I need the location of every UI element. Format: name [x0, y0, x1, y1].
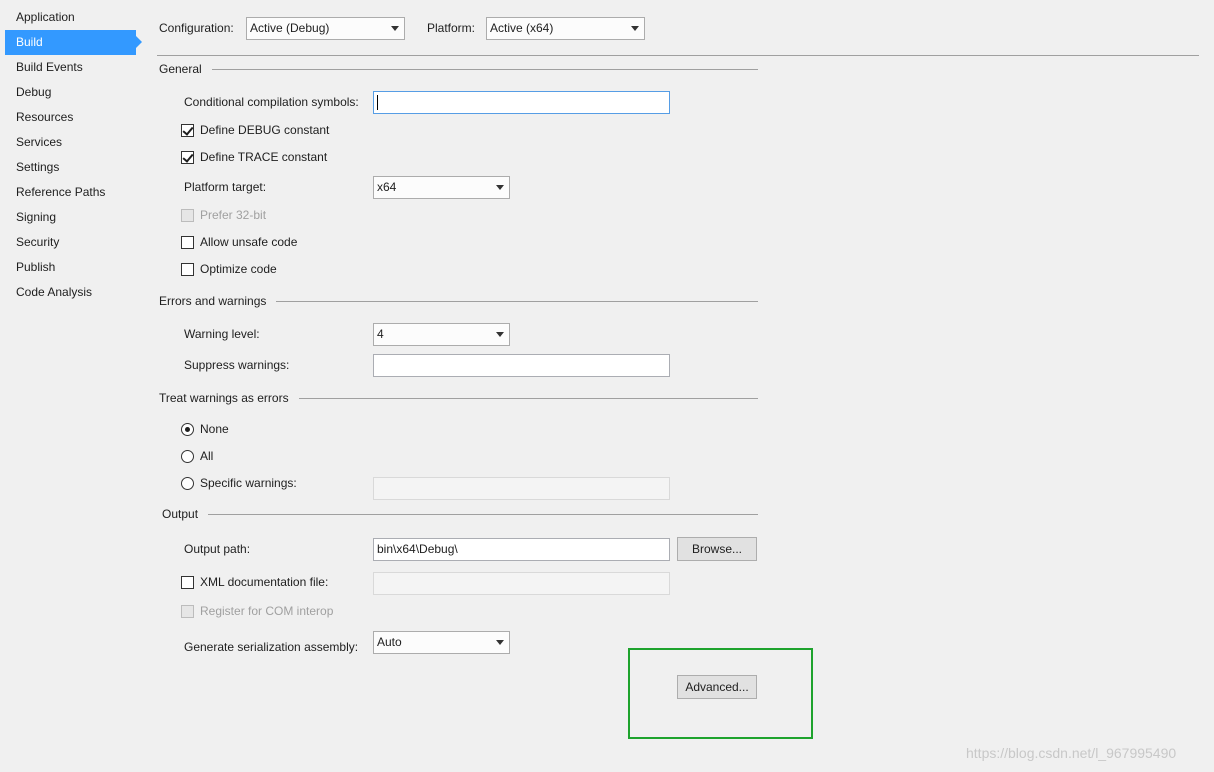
sidebar-item-publish[interactable]: Publish: [5, 255, 136, 280]
define-debug-label: Define DEBUG constant: [200, 123, 330, 137]
platform-label: Platform:: [427, 21, 476, 35]
xml-doc-checkbox[interactable]: [181, 576, 194, 589]
platform-select[interactable]: Active (x64): [486, 17, 645, 40]
configuration-label: Configuration:: [159, 21, 234, 35]
specific-warnings-input: [373, 477, 670, 500]
output-rule: [208, 514, 758, 515]
treat-warnings-rule: [292, 398, 758, 399]
optimize-code-label: Optimize code: [200, 262, 277, 276]
watermark-text: https://blog.csdn.net/l_967995490: [966, 745, 1177, 761]
conditional-symbols-label: Conditional compilation symbols:: [184, 95, 359, 109]
warning-level-value: 4: [377, 327, 384, 341]
output-path-input[interactable]: bin\x64\Debug\: [373, 538, 670, 561]
output-path-label: Output path:: [184, 542, 251, 556]
radio-none[interactable]: [181, 423, 194, 436]
sidebar-item-settings[interactable]: Settings: [5, 155, 136, 180]
platform-value: Active (x64): [490, 21, 554, 35]
sidebar-item-signing[interactable]: Signing: [5, 205, 136, 230]
conditional-symbols-input[interactable]: [373, 91, 670, 114]
chevron-down-icon: [631, 26, 639, 31]
radio-all[interactable]: [181, 450, 194, 463]
configuration-value: Active (Debug): [250, 21, 330, 35]
sidebar-item-build[interactable]: Build: [5, 30, 142, 55]
radio-specific-warnings[interactable]: [181, 477, 194, 490]
define-trace-checkbox[interactable]: [181, 151, 194, 164]
toolbar-divider: [157, 55, 1199, 56]
sidebar-item-services[interactable]: Services: [5, 130, 136, 155]
advanced-button[interactable]: Advanced...: [677, 675, 757, 699]
unsafe-code-checkbox[interactable]: [181, 236, 194, 249]
unsafe-code-label: Allow unsafe code: [200, 235, 298, 249]
sidebar-item-code-analysis[interactable]: Code Analysis: [5, 280, 136, 305]
radio-all-label: All: [200, 449, 214, 463]
serialization-label: Generate serialization assembly:: [184, 640, 359, 654]
general-heading: General: [159, 61, 212, 77]
serialization-select[interactable]: Auto: [373, 631, 510, 654]
sidebar-item-build-events[interactable]: Build Events: [5, 55, 136, 80]
define-debug-checkbox[interactable]: [181, 124, 194, 137]
general-rule: [200, 69, 758, 70]
define-trace-label: Define TRACE constant: [200, 150, 328, 164]
chevron-down-icon: [496, 332, 504, 337]
sidebar-item-debug[interactable]: Debug: [5, 80, 136, 105]
platform-target-value: x64: [377, 180, 397, 194]
optimize-code-checkbox[interactable]: [181, 263, 194, 276]
prefer32-checkbox: [181, 209, 194, 222]
warning-level-label: Warning level:: [184, 327, 260, 341]
xml-doc-input: [373, 572, 670, 595]
com-interop-label: Register for COM interop: [200, 604, 334, 618]
sidebar-item-security[interactable]: Security: [5, 230, 136, 255]
text-caret: [377, 95, 378, 111]
sidebar-item-application[interactable]: Application: [5, 5, 136, 30]
suppress-warnings-label: Suppress warnings:: [184, 358, 290, 372]
platform-target-label: Platform target:: [184, 180, 267, 194]
chevron-down-icon: [391, 26, 399, 31]
chevron-down-icon: [496, 185, 504, 190]
com-interop-checkbox: [181, 605, 194, 618]
sidebar-item-resources[interactable]: Resources: [5, 105, 136, 130]
radio-none-label: None: [200, 422, 229, 436]
treat-warnings-heading: Treat warnings as errors: [159, 390, 299, 406]
browse-button[interactable]: Browse...: [677, 537, 757, 561]
platform-target-select[interactable]: x64: [373, 176, 510, 199]
radio-specific-warnings-label: Specific warnings:: [200, 476, 297, 490]
warning-level-select[interactable]: 4: [373, 323, 510, 346]
sidebar-item-reference-paths[interactable]: Reference Paths: [5, 180, 136, 205]
xml-doc-label: XML documentation file:: [200, 575, 329, 589]
output-heading: Output: [162, 506, 209, 522]
serialization-value: Auto: [377, 635, 402, 649]
output-path-value: bin\x64\Debug\: [377, 542, 458, 556]
errors-rule: [270, 301, 758, 302]
errors-heading: Errors and warnings: [159, 293, 277, 309]
prefer32-label: Prefer 32-bit: [200, 208, 267, 222]
configuration-select[interactable]: Active (Debug): [246, 17, 405, 40]
chevron-down-icon: [496, 640, 504, 645]
suppress-warnings-input[interactable]: [373, 354, 670, 377]
